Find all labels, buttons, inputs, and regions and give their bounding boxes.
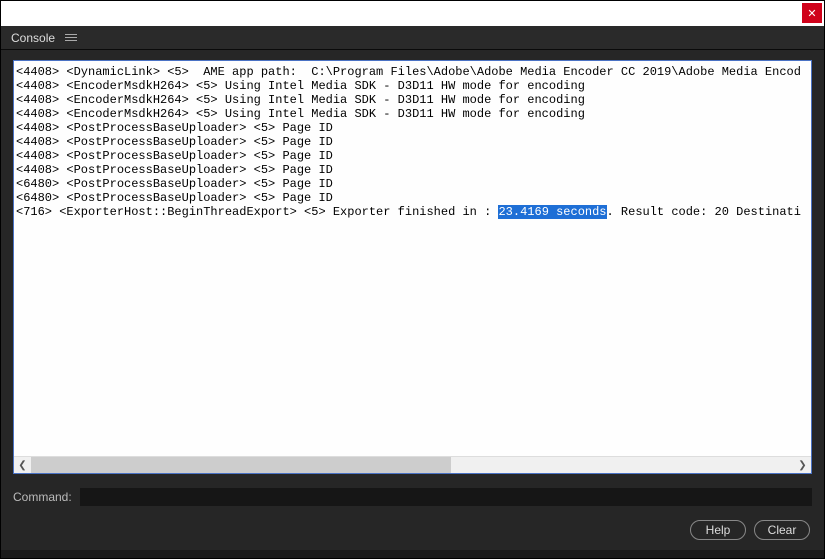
log-line: <4408> <EncoderMsdkH264> <5> Using Intel… xyxy=(16,107,809,121)
panel-menu-icon[interactable] xyxy=(65,34,77,41)
scrollbar-track[interactable] xyxy=(31,457,794,473)
log-line: <716> <ExporterHost::BeginThreadExport> … xyxy=(16,205,809,219)
window-titlebar: ✕ xyxy=(1,1,824,26)
log-line: <6480> <PostProcessBaseUploader> <5> Pag… xyxy=(16,177,809,191)
scrollbar-thumb[interactable] xyxy=(31,457,451,473)
log-line: <4408> <PostProcessBaseUploader> <5> Pag… xyxy=(16,163,809,177)
log-line: <4408> <EncoderMsdkH264> <5> Using Intel… xyxy=(16,79,809,93)
scroll-left-arrow-icon[interactable]: ❮ xyxy=(14,457,31,474)
log-line: <4408> <PostProcessBaseUploader> <5> Pag… xyxy=(16,121,809,135)
command-label: Command: xyxy=(13,490,72,504)
panel-title: Console xyxy=(11,31,55,45)
console-output[interactable]: <4408> <DynamicLink> <5> AME app path: C… xyxy=(14,61,811,456)
help-button[interactable]: Help xyxy=(690,520,746,540)
console-frame: <4408> <DynamicLink> <5> AME app path: C… xyxy=(13,60,812,474)
command-row: Command: xyxy=(1,474,824,512)
horizontal-scrollbar[interactable]: ❮ ❯ xyxy=(14,456,811,473)
close-button[interactable]: ✕ xyxy=(802,3,822,23)
main-area: <4408> <DynamicLink> <5> AME app path: C… xyxy=(1,50,824,474)
log-line: <4408> <PostProcessBaseUploader> <5> Pag… xyxy=(16,135,809,149)
log-line: <4408> <PostProcessBaseUploader> <5> Pag… xyxy=(16,149,809,163)
log-line: <4408> <EncoderMsdkH264> <5> Using Intel… xyxy=(16,93,809,107)
button-row: Help Clear xyxy=(1,512,824,550)
highlighted-text: 23.4169 seconds xyxy=(498,205,606,219)
log-line: <6480> <PostProcessBaseUploader> <5> Pag… xyxy=(16,191,809,205)
log-line: <4408> <DynamicLink> <5> AME app path: C… xyxy=(16,65,809,79)
clear-button[interactable]: Clear xyxy=(754,520,810,540)
scroll-right-arrow-icon[interactable]: ❯ xyxy=(794,457,811,474)
close-icon: ✕ xyxy=(807,7,816,20)
command-input[interactable] xyxy=(80,488,812,506)
panel-header: Console xyxy=(1,26,824,50)
